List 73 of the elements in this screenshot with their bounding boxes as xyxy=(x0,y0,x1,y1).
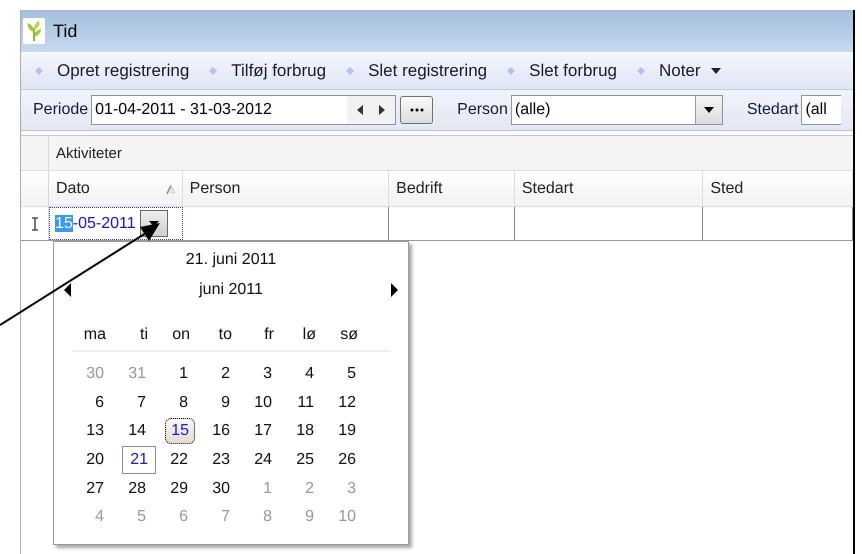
ellipsis-button[interactable] xyxy=(400,96,434,124)
weekday-label: ti xyxy=(139,326,149,344)
caret-icon xyxy=(710,68,721,74)
calendar-day[interactable]: 28 xyxy=(124,476,150,502)
weekday-label: lø xyxy=(302,326,317,344)
diamond-icon xyxy=(209,67,218,75)
window-title: Tid xyxy=(53,20,78,42)
calendar-day[interactable]: 29 xyxy=(166,476,192,502)
calendar-day[interactable]: 30 xyxy=(208,476,234,502)
calendar-day[interactable]: 2 xyxy=(217,361,234,388)
toolbar-button[interactable]: Tilføj forbrug xyxy=(209,57,326,85)
weekday-label: fr xyxy=(263,326,275,344)
field-label: Periode xyxy=(33,101,88,119)
field-label: Stedart xyxy=(746,101,798,119)
column-header[interactable]: Person xyxy=(182,171,390,206)
calendar-day[interactable]: 7 xyxy=(133,390,150,416)
diamond-icon xyxy=(637,67,646,75)
calendar-day[interactable]: 6 xyxy=(91,390,108,416)
weekday-label: to xyxy=(218,326,233,344)
stedart-dropdown[interactable]: (all xyxy=(801,95,842,125)
diamond-icon xyxy=(35,67,43,75)
calendar-day[interactable]: 19 xyxy=(334,418,360,444)
sort-icon xyxy=(164,184,175,194)
calendar-day[interactable]: 24 xyxy=(250,447,276,474)
calendar-day[interactable]: 14 xyxy=(124,418,150,444)
caret-icon xyxy=(704,107,714,113)
next-month-icon[interactable] xyxy=(390,283,398,297)
calendar-day[interactable]: 11 xyxy=(293,390,318,416)
calendar-day[interactable]: 25 xyxy=(292,447,318,474)
calendar-day[interactable]: 18 xyxy=(292,418,318,444)
weekday-label: on xyxy=(171,326,191,344)
calendar-day[interactable]: 16 xyxy=(208,418,234,444)
calendar-day[interactable]: 17 xyxy=(250,418,276,444)
weekday-label: ma xyxy=(82,326,107,344)
person-dropdown[interactable]: (alle) xyxy=(510,95,723,125)
group-header: Aktiviteter xyxy=(55,144,122,164)
previous-month-icon[interactable] xyxy=(64,283,71,297)
toolbar-button[interactable]: Noter xyxy=(637,57,721,85)
calendar-day[interactable]: 26 xyxy=(334,447,360,474)
calendar-day[interactable]: 27 xyxy=(82,476,108,502)
calendar-day[interactable]: 20 xyxy=(82,447,108,474)
calendar-day[interactable]: 13 xyxy=(82,418,108,444)
next-icon[interactable] xyxy=(379,105,386,115)
calendar-day[interactable]: 21 xyxy=(122,446,156,474)
today-label[interactable]: 21. juni 2011 xyxy=(54,251,408,275)
calendar-day[interactable]: 4 xyxy=(301,361,318,388)
calendar-day[interactable]: 5 xyxy=(343,361,360,388)
dots-icon xyxy=(410,108,424,112)
diamond-icon xyxy=(507,67,516,75)
previous-icon[interactable] xyxy=(357,105,364,115)
app-logo-icon xyxy=(23,18,45,44)
calendar-day[interactable]: 22 xyxy=(166,447,192,474)
calendar-day[interactable]: 9 xyxy=(217,390,234,416)
column-header[interactable]: Dato xyxy=(49,171,183,206)
column-header[interactable]: Stedart xyxy=(514,171,704,206)
calendar-day[interactable]: 15 xyxy=(165,418,195,444)
edit-cursor-icon xyxy=(30,216,38,230)
calendar-day[interactable]: 12 xyxy=(334,390,360,416)
period-field[interactable]: 01-04-2011 - 31-03-2012 xyxy=(91,95,396,125)
field-label: Person xyxy=(457,101,508,119)
toolbar-button[interactable]: Slet registrering xyxy=(346,57,488,85)
calendar-day[interactable]: 1 xyxy=(175,361,192,388)
diamond-icon xyxy=(346,67,354,75)
calendar-day[interactable]: 3 xyxy=(259,361,276,388)
column-header[interactable]: Sted xyxy=(703,171,853,206)
calendar-day[interactable]: 23 xyxy=(208,447,234,474)
calendar-day[interactable]: 8 xyxy=(175,390,192,416)
column-header[interactable]: Bedrift xyxy=(389,171,515,206)
toolbar-button[interactable]: Slet forbrug xyxy=(507,57,618,85)
weekday-label: sø xyxy=(339,326,359,344)
month-label: juni 2011 xyxy=(199,281,263,299)
calendar-day[interactable]: 10 xyxy=(250,390,276,416)
toolbar-button[interactable]: Opret registrering xyxy=(35,57,190,85)
